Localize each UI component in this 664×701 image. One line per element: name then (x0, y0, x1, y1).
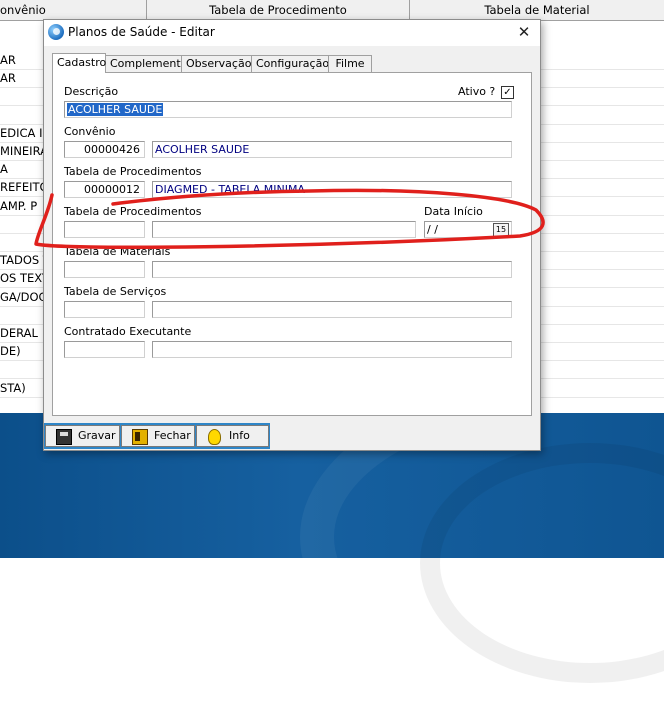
close-button[interactable]: ✕ (514, 22, 534, 42)
tabela-materiais-label: Tabela de Materiais (64, 245, 171, 258)
tabela-procedimentos-2-name-input[interactable] (152, 221, 416, 238)
column-header-tabela-material[interactable]: Tabela de Material (410, 0, 664, 19)
tabela-materiais-code-input[interactable] (64, 261, 145, 278)
info-label: Info (229, 429, 250, 442)
tab-observacao[interactable]: Observação (181, 55, 252, 72)
calendar-icon[interactable]: 15 (493, 223, 509, 237)
tabela-procedimentos-2-label: Tabela de Procedimentos (64, 205, 202, 218)
descricao-label: Descrição (64, 85, 119, 98)
convenio-label: Convênio (64, 125, 116, 138)
convenio-code-input[interactable]: 00000426 (64, 141, 145, 158)
tab-configuracao[interactable]: Configuração (251, 55, 329, 72)
tabela-servicos-code-input[interactable] (64, 301, 145, 318)
column-header-convenio[interactable]: onvênio (0, 0, 147, 19)
contratado-executante-label: Contratado Executante (64, 325, 192, 338)
data-inicio-value: / / (427, 223, 438, 236)
data-inicio-input[interactable]: / / 15 (424, 221, 512, 238)
tabela-procedimentos-code-input[interactable]: 00000012 (64, 181, 145, 198)
button-bar: Gravar Fechar Info (44, 423, 270, 449)
tabela-materiais-name-input[interactable] (152, 261, 512, 278)
info-button[interactable]: Info (196, 425, 269, 447)
descricao-value: ACOLHER SAUDE (67, 103, 164, 116)
save-icon (56, 429, 72, 445)
tab-complemento[interactable]: Complemento (105, 55, 187, 72)
exit-door-icon (132, 429, 148, 445)
descricao-input[interactable]: ACOLHER SAUDE (64, 101, 512, 118)
tabela-servicos-name-input[interactable] (152, 301, 512, 318)
fechar-button[interactable]: Fechar (121, 425, 195, 447)
dialog-titlebar[interactable]: Planos de Saúde - Editar ✕ (44, 20, 540, 46)
tabela-procedimentos-2-code-input[interactable] (64, 221, 145, 238)
tabela-procedimentos-name-input[interactable]: DIAGMED - TABELA MINIMA (152, 181, 512, 198)
planos-de-saude-dialog: Planos de Saúde - Editar ✕ Cadastro Comp… (43, 19, 541, 451)
gravar-button[interactable]: Gravar (45, 425, 120, 447)
lightbulb-icon (208, 429, 221, 445)
contratado-executante-code-input[interactable] (64, 341, 145, 358)
background-table-header: onvênio Tabela de Procedimento Tabela de… (0, 0, 664, 21)
ativo-checkbox[interactable]: ✓ (501, 86, 514, 99)
cadastro-panel: Descrição Ativo ? ✓ ACOLHER SAUDE Convên… (52, 72, 532, 416)
contratado-executante-name-input[interactable] (152, 341, 512, 358)
tabela-procedimentos-label: Tabela de Procedimentos (64, 165, 202, 178)
data-inicio-label: Data Início (424, 205, 483, 218)
column-header-tabela-procedimento[interactable]: Tabela de Procedimento (147, 0, 410, 19)
tab-filme[interactable]: Filme (328, 55, 372, 72)
app-globe-icon (48, 24, 64, 40)
tab-cadastro[interactable]: Cadastro (52, 53, 106, 73)
ativo-label: Ativo ? (458, 85, 496, 98)
gravar-label: Gravar (78, 429, 116, 442)
dialog-title: Planos de Saúde - Editar (68, 25, 215, 39)
convenio-name-input[interactable]: ACOLHER SAUDE (152, 141, 512, 158)
fechar-label: Fechar (154, 429, 191, 442)
tabela-servicos-label: Tabela de Serviços (64, 285, 167, 298)
